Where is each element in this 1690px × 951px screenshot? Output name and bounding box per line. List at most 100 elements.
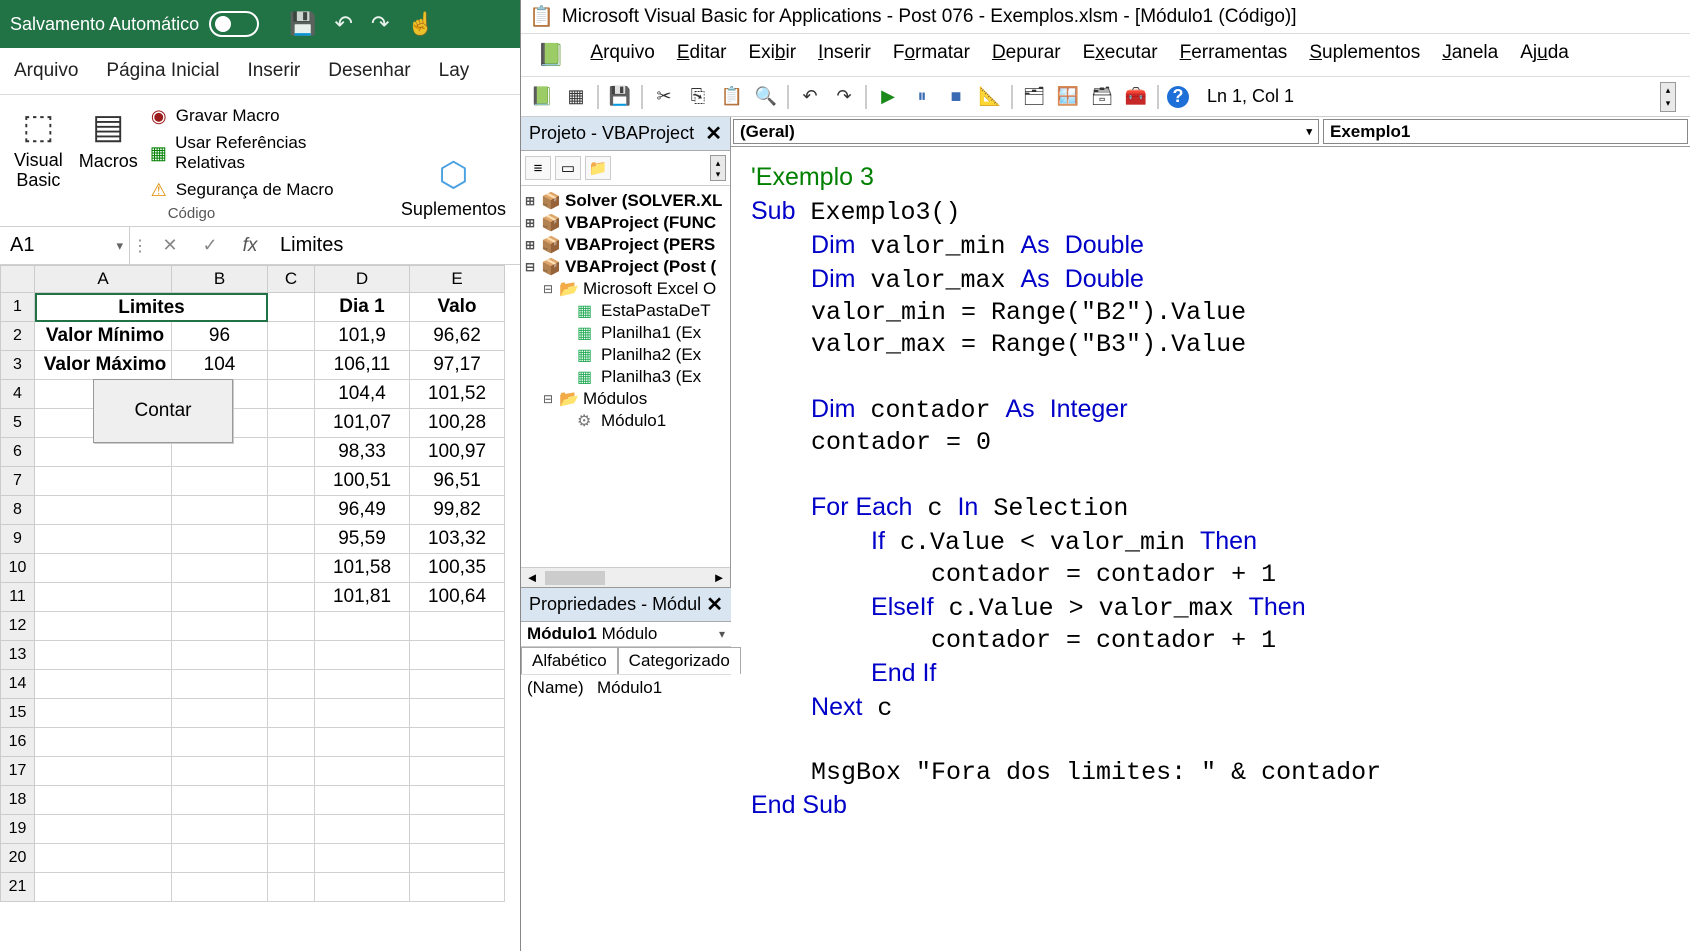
enter-icon[interactable]: ✓: [190, 235, 230, 256]
row-header[interactable]: 16: [0, 728, 35, 757]
cell-C12[interactable]: [268, 612, 315, 641]
cell-E7[interactable]: 96,51: [410, 467, 505, 496]
seguranca-macro-button[interactable]: ⚠Segurança de Macro: [148, 179, 334, 201]
col-header-c[interactable]: C: [268, 265, 315, 293]
row-header[interactable]: 19: [0, 815, 35, 844]
cell-E2[interactable]: 96,62: [410, 322, 505, 351]
save-icon[interactable]: 💾: [607, 84, 633, 110]
cell-E1[interactable]: Valo: [410, 293, 505, 322]
cell-A2[interactable]: Valor Mínimo: [35, 322, 172, 351]
cell-C15[interactable]: [268, 699, 315, 728]
cell-C21[interactable]: [268, 873, 315, 902]
project-vscroll[interactable]: ▴▾: [710, 155, 726, 181]
cell-A1[interactable]: Limites: [35, 293, 268, 322]
cell-C7[interactable]: [268, 467, 315, 496]
suplementos-button[interactable]: ⬡ Suplementos: [395, 153, 512, 222]
cell-B9[interactable]: [172, 525, 268, 554]
autosave-toggle[interactable]: [209, 11, 259, 37]
paste-icon[interactable]: 📋: [719, 84, 745, 110]
cell-B14[interactable]: [172, 670, 268, 699]
row-header[interactable]: 9: [0, 525, 35, 554]
cell-D17[interactable]: [315, 757, 410, 786]
cell-D5[interactable]: 101,07: [315, 409, 410, 438]
cell-C2[interactable]: [268, 322, 315, 351]
cell-D11[interactable]: 101,81: [315, 583, 410, 612]
cell-B16[interactable]: [172, 728, 268, 757]
cell-E5[interactable]: 100,28: [410, 409, 505, 438]
gravar-macro-button[interactable]: ◉Gravar Macro: [148, 105, 280, 127]
cell-D18[interactable]: [315, 786, 410, 815]
code-editor[interactable]: 'Exemplo 3 Sub Exemplo3() Dim valor_min …: [731, 147, 1690, 951]
cell-E4[interactable]: 101,52: [410, 380, 505, 409]
cell-E19[interactable]: [410, 815, 505, 844]
cell-D1[interactable]: Dia 1: [315, 293, 410, 322]
cell-C1[interactable]: [268, 293, 315, 322]
cell-E17[interactable]: [410, 757, 505, 786]
procedure-dropdown[interactable]: Exemplo1: [1323, 119, 1688, 144]
project-explorer-icon[interactable]: 🗂: [1021, 84, 1047, 110]
cell-D10[interactable]: 101,58: [315, 554, 410, 583]
row-header[interactable]: 10: [0, 554, 35, 583]
property-row[interactable]: (Name) Módulo1: [521, 674, 731, 701]
save-icon[interactable]: 💾: [289, 11, 316, 37]
cell-C10[interactable]: [268, 554, 315, 583]
visual-basic-button[interactable]: ⬚ VisualBasic: [8, 105, 69, 201]
cell-B20[interactable]: [172, 844, 268, 873]
cell-A19[interactable]: [35, 815, 172, 844]
cell-D4[interactable]: 104,4: [315, 380, 410, 409]
cell-E8[interactable]: 99,82: [410, 496, 505, 525]
cell-E11[interactable]: 100,64: [410, 583, 505, 612]
cell-C17[interactable]: [268, 757, 315, 786]
tab-pagina-inicial[interactable]: Página Inicial: [104, 56, 221, 86]
cell-C16[interactable]: [268, 728, 315, 757]
contar-button[interactable]: Contar: [93, 379, 233, 443]
property-value[interactable]: Módulo1: [597, 678, 662, 698]
find-icon[interactable]: 🔍: [753, 84, 779, 110]
cell-B13[interactable]: [172, 641, 268, 670]
object-dropdown[interactable]: (Geral)▾: [733, 119, 1319, 144]
touch-icon[interactable]: ☝: [407, 11, 434, 37]
cell-E16[interactable]: [410, 728, 505, 757]
undo-icon[interactable]: ↶: [797, 84, 823, 110]
undo-icon[interactable]: ↶: [335, 11, 353, 37]
cell-B21[interactable]: [172, 873, 268, 902]
cell-B19[interactable]: [172, 815, 268, 844]
cell-A21[interactable]: [35, 873, 172, 902]
cell-B17[interactable]: [172, 757, 268, 786]
design-mode-icon[interactable]: 📐: [977, 84, 1003, 110]
cell-A8[interactable]: [35, 496, 172, 525]
tab-desenhar[interactable]: Desenhar: [326, 56, 412, 86]
cell-E18[interactable]: [410, 786, 505, 815]
autosave-control[interactable]: Salvamento Automático: [10, 11, 259, 37]
cell-E12[interactable]: [410, 612, 505, 641]
toolbox-icon[interactable]: 🧰: [1123, 84, 1149, 110]
cell-C18[interactable]: [268, 786, 315, 815]
name-box[interactable]: A1▾: [0, 227, 130, 264]
project-hscroll[interactable]: ◄►: [521, 567, 730, 587]
tab-arquivo[interactable]: Arquivo: [12, 56, 80, 86]
menu-executar[interactable]: Executar: [1083, 42, 1158, 68]
redo-icon[interactable]: ↷: [371, 11, 389, 37]
tab-categorizado[interactable]: Categorizado: [618, 647, 741, 674]
cell-E9[interactable]: 103,32: [410, 525, 505, 554]
fx-icon[interactable]: fx: [230, 235, 270, 257]
cell-B3[interactable]: 104: [172, 351, 268, 380]
cell-B8[interactable]: [172, 496, 268, 525]
cell-C8[interactable]: [268, 496, 315, 525]
menu-ferramentas[interactable]: Ferramentas: [1180, 42, 1288, 68]
cell-A10[interactable]: [35, 554, 172, 583]
break-icon[interactable]: ⏸: [909, 84, 935, 110]
row-header[interactable]: 6: [0, 438, 35, 467]
copy-icon[interactable]: ⎘: [685, 84, 711, 110]
formula-value[interactable]: Limites: [270, 234, 520, 257]
select-all-corner[interactable]: [0, 265, 35, 293]
cell-D3[interactable]: 106,11: [315, 351, 410, 380]
row-header[interactable]: 11: [0, 583, 35, 612]
menu-editar[interactable]: Editar: [677, 42, 727, 68]
project-tree[interactable]: ⊞📦Solver (SOLVER.XL ⊞📦VBAProject (FUNC ⊞…: [521, 186, 730, 567]
menu-formatar[interactable]: Formatar: [893, 42, 970, 68]
dropdown-icon[interactable]: ▾: [116, 238, 123, 254]
cell-B2[interactable]: 96: [172, 322, 268, 351]
cell-C14[interactable]: [268, 670, 315, 699]
cell-B15[interactable]: [172, 699, 268, 728]
